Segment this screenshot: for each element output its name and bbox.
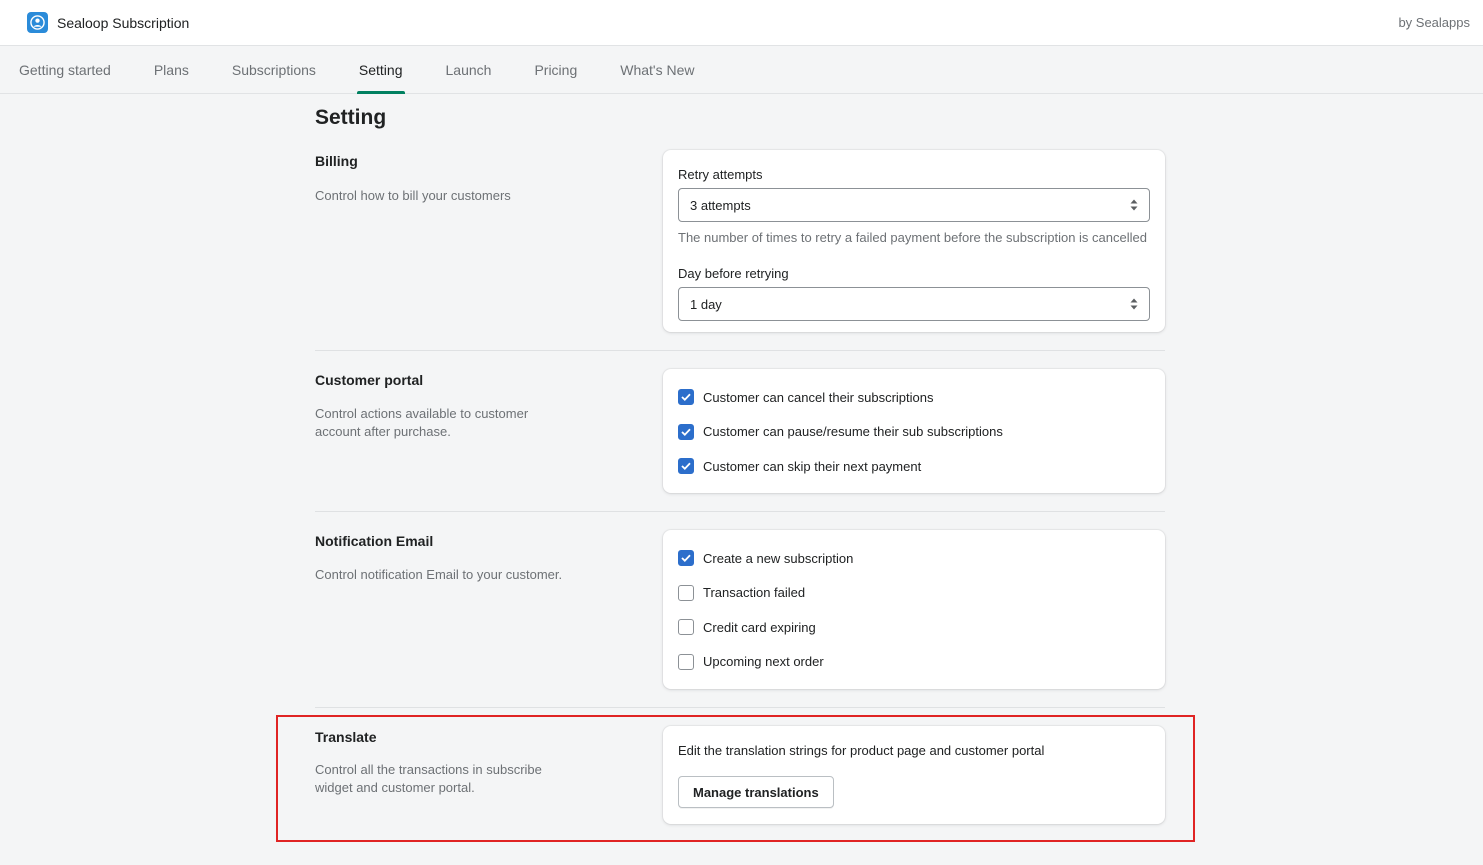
tab-getting-started[interactable]: Getting started: [4, 46, 126, 93]
day-before-retrying-select[interactable]: 1 day: [678, 287, 1150, 321]
notification-email-card: Create a new subscription Transaction fa…: [663, 530, 1165, 689]
tab-launch[interactable]: Launch: [431, 46, 507, 93]
translate-heading: Translate: [315, 729, 377, 745]
checkbox-unchecked-icon[interactable]: [678, 619, 694, 636]
notification-email-description: Control notification Email to your custo…: [315, 567, 563, 582]
customer-portal-info: Customer portal Control actions availabl…: [315, 372, 565, 441]
portal-option-skip-payment[interactable]: Customer can skip their next payment: [678, 449, 1150, 484]
checkbox-checked-icon[interactable]: [678, 550, 694, 567]
tab-plans[interactable]: Plans: [139, 46, 204, 93]
email-option-label: Create a new subscription: [703, 550, 854, 566]
retry-attempts-help: The number of times to retry a failed pa…: [678, 230, 1147, 245]
checkbox-checked-icon[interactable]: [678, 389, 694, 406]
email-option-upcoming-order[interactable]: Upcoming next order: [678, 645, 1150, 680]
checkbox-unchecked-icon[interactable]: [678, 653, 694, 670]
translate-info: Translate Control all the transactions i…: [315, 729, 565, 797]
manage-translations-button[interactable]: Manage translations: [678, 776, 834, 808]
select-arrows-icon: [1130, 298, 1138, 310]
portal-option-label: Customer can cancel their subscriptions: [703, 389, 934, 405]
translate-card: Edit the translation strings for product…: [663, 726, 1165, 824]
select-arrows-icon: [1130, 199, 1138, 211]
main-tabs: Getting started Plans Subscriptions Sett…: [0, 46, 1483, 94]
checkbox-unchecked-icon[interactable]: [678, 584, 694, 601]
brand: Sealoop Subscription: [27, 12, 189, 33]
notification-email-heading: Notification Email: [315, 533, 434, 549]
customer-portal-card: Customer can cancel their subscriptions …: [663, 369, 1165, 493]
tab-subscriptions[interactable]: Subscriptions: [217, 46, 331, 93]
tab-setting[interactable]: Setting: [344, 46, 418, 94]
tab-whats-new[interactable]: What's New: [605, 46, 709, 93]
retry-attempts-label: Retry attempts: [678, 167, 763, 182]
translate-description: Control all the transactions in subscrib…: [315, 762, 542, 795]
billing-info: Billing Control how to bill your custome…: [315, 153, 565, 205]
vendor-label: by Sealapps: [1398, 15, 1470, 30]
email-option-label: Credit card expiring: [703, 619, 816, 635]
section-divider: [315, 707, 1165, 708]
portal-option-label: Customer can skip their next payment: [703, 458, 922, 474]
sealoop-logo-icon: [27, 12, 48, 33]
section-divider: [315, 511, 1165, 512]
billing-description: Control how to bill your customers: [315, 188, 511, 203]
checkbox-checked-icon[interactable]: [678, 423, 694, 440]
app-title: Sealoop Subscription: [57, 14, 190, 31]
portal-option-cancel[interactable]: Customer can cancel their subscriptions: [678, 380, 1150, 415]
email-option-credit-card-expiring[interactable]: Credit card expiring: [678, 610, 1150, 645]
email-option-label: Upcoming next order: [703, 654, 824, 670]
email-option-new-subscription[interactable]: Create a new subscription: [678, 541, 1150, 576]
portal-option-label: Customer can pause/resume their sub subs…: [703, 424, 1003, 440]
retry-attempts-value: 3 attempts: [690, 197, 751, 213]
app-header: Sealoop Subscription by Sealapps: [0, 0, 1483, 46]
tab-pricing[interactable]: Pricing: [519, 46, 592, 93]
customer-portal-description: Control actions available to customer ac…: [315, 406, 529, 439]
billing-card: Retry attempts 3 attempts The number of …: [663, 150, 1165, 332]
section-divider: [315, 350, 1165, 351]
translate-card-text: Edit the translation strings for product…: [678, 743, 1045, 758]
email-option-transaction-failed[interactable]: Transaction failed: [678, 576, 1150, 611]
billing-heading: Billing: [315, 153, 358, 169]
day-before-retrying-value: 1 day: [690, 296, 722, 312]
retry-attempts-select[interactable]: 3 attempts: [678, 188, 1150, 222]
email-option-label: Transaction failed: [703, 585, 806, 601]
portal-option-pause-resume[interactable]: Customer can pause/resume their sub subs…: [678, 415, 1150, 450]
page-title: Setting: [315, 106, 387, 129]
checkbox-checked-icon[interactable]: [678, 458, 694, 475]
day-before-retrying-label: Day before retrying: [678, 266, 789, 281]
customer-portal-heading: Customer portal: [315, 372, 424, 388]
notification-email-info: Notification Email Control notification …: [315, 533, 565, 584]
